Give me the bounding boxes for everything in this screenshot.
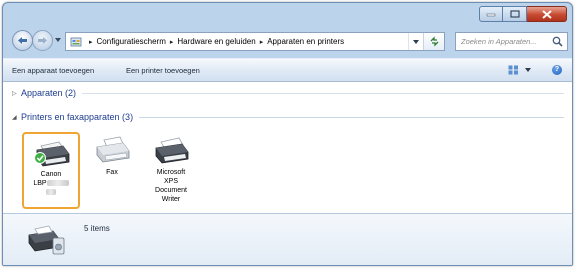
group-title-devices: Apparaten (2) — [21, 88, 77, 98]
redacted-model-text — [46, 180, 69, 187]
item-count: 5 items — [84, 224, 110, 233]
view-icon — [508, 65, 518, 75]
devices-content-area: ▷ Apparaten (2) ◢ Printers en faxapparat… — [3, 82, 572, 213]
breadcrumb-separator-icon: ▸ — [89, 38, 93, 46]
group-header-devices[interactable]: ▷ Apparaten (2) — [12, 88, 564, 98]
breadcrumb-hardware-sound[interactable]: Hardware en geluiden — [177, 37, 255, 46]
group-title-printers: Printers en faxapparaten (3) — [21, 112, 134, 122]
add-device-button[interactable]: Een apparaat toevoegen — [12, 66, 94, 75]
printer-label-line: LBP — [33, 180, 47, 187]
search-placeholder: Zoeken in Apparaten... — [461, 37, 537, 46]
printer-item-canon[interactable]: Canon LBP — [22, 132, 80, 209]
close-button[interactable] — [527, 6, 567, 22]
printer-label-line: Document — [155, 187, 187, 194]
back-button[interactable] — [12, 30, 33, 51]
group-divider — [139, 116, 564, 118]
forward-button[interactable] — [32, 30, 53, 51]
breadcrumb-separator-icon: ▸ — [169, 38, 174, 46]
command-bar: Een apparaat toevoegen Een printer toevo… — [3, 58, 572, 82]
printer-label-line: Fax — [106, 169, 118, 176]
forward-arrow-icon — [38, 37, 47, 44]
printer-label-line: Writer — [161, 196, 181, 203]
printer-label-line: Microsoft — [156, 169, 186, 176]
expand-arrow-icon: ▷ — [12, 90, 17, 97]
breadcrumb-separator-icon: ▸ — [259, 38, 264, 46]
details-pane: 5 items — [3, 213, 572, 265]
refresh-icon — [430, 36, 438, 47]
address-row: ▸ Configuratiescherm ▸ Hardware en gelui… — [3, 27, 572, 57]
add-printer-button[interactable]: Een printer toevoegen — [126, 66, 200, 75]
printer-icon — [155, 137, 189, 164]
close-icon — [541, 9, 552, 19]
control-panel-icon — [70, 37, 82, 46]
refresh-button[interactable] — [423, 33, 444, 50]
printer-item-xps-writer[interactable]: Microsoft XPS Document Writer — [142, 132, 200, 204]
help-icon: ? — [554, 66, 560, 73]
chevron-down-icon — [525, 68, 531, 72]
maximize-icon — [509, 10, 520, 18]
collapse-arrow-icon: ◢ — [12, 114, 17, 121]
minimize-button[interactable] — [479, 6, 503, 22]
help-button[interactable]: ? — [552, 65, 562, 75]
redacted-model-text — [46, 189, 56, 196]
back-arrow-icon — [18, 37, 27, 44]
breadcrumb-devices-printers[interactable]: Apparaten en printers — [267, 37, 344, 46]
search-icon — [552, 36, 563, 47]
explorer-window: ▸ Configuratiescherm ▸ Hardware en gelui… — [2, 2, 573, 266]
address-history-dropdown[interactable] — [408, 33, 423, 50]
printer-item-fax[interactable]: Fax — [83, 132, 141, 177]
search-input[interactable]: Zoeken in Apparaten... — [455, 32, 568, 51]
window-caption-buttons — [479, 6, 567, 22]
address-bar[interactable]: ▸ Configuratiescherm ▸ Hardware en gelui… — [65, 32, 445, 51]
chevron-down-icon — [413, 39, 419, 44]
group-header-printers[interactable]: ◢ Printers en faxapparaten (3) — [12, 112, 564, 122]
printer-label-line: Canon — [40, 171, 62, 178]
recent-pages-dropdown[interactable] — [55, 38, 61, 42]
devices-and-printers-icon — [28, 225, 65, 255]
breadcrumb-control-panel[interactable]: Configuratiescherm — [97, 37, 166, 46]
maximize-button[interactable] — [503, 6, 527, 22]
minimize-icon — [486, 13, 496, 17]
group-divider — [82, 92, 564, 94]
view-options-button[interactable] — [508, 65, 531, 75]
printer-icon — [34, 141, 70, 167]
printer-label-line: XPS — [163, 178, 178, 185]
fax-icon — [96, 136, 130, 163]
